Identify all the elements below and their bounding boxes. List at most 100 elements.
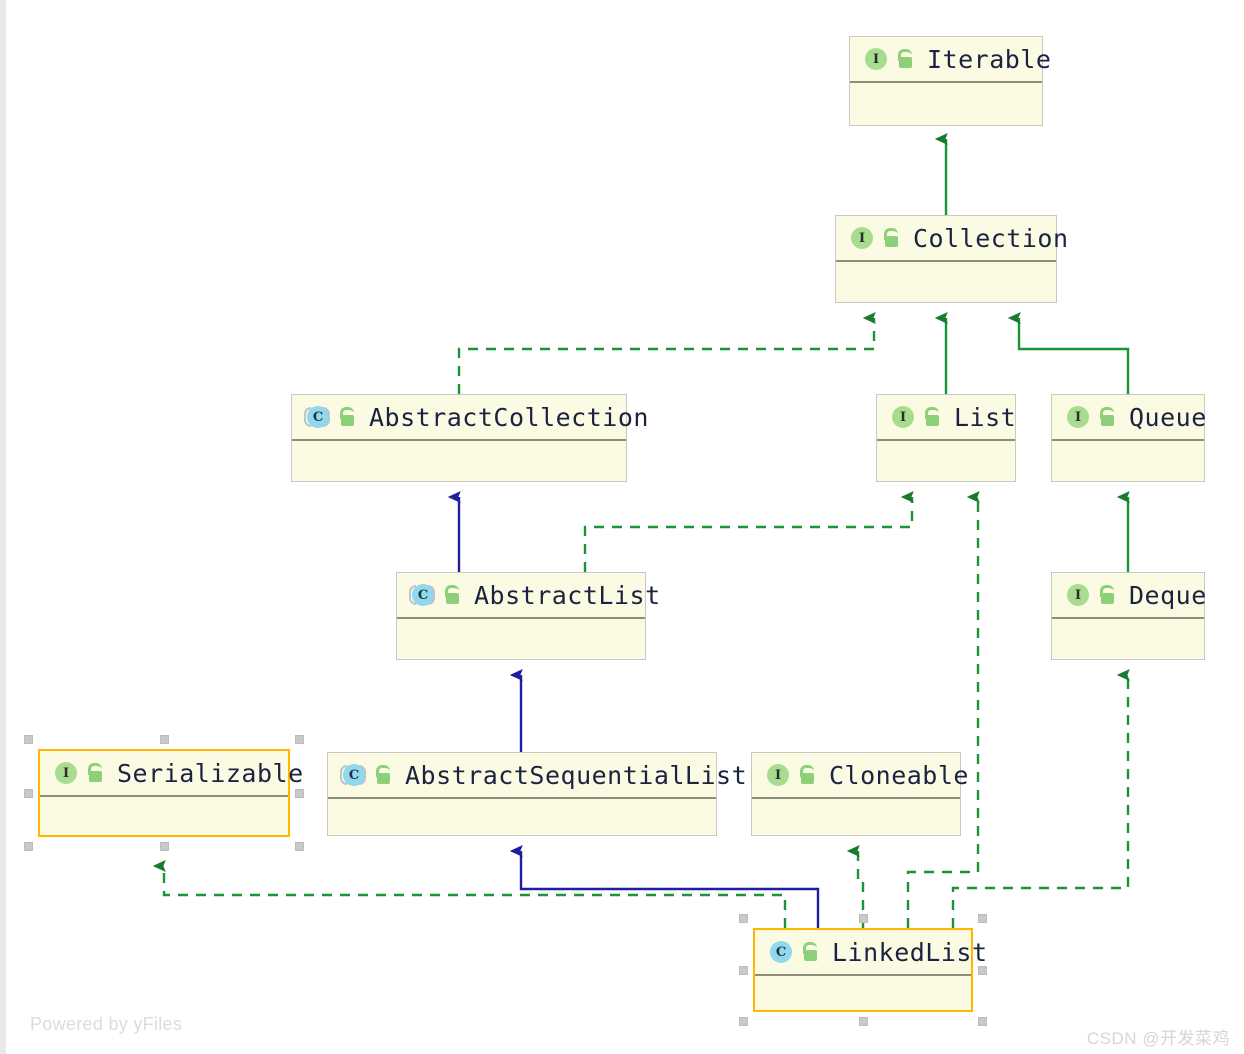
padlock-body	[1101, 415, 1114, 426]
selection-handle[interactable]	[859, 1017, 868, 1026]
class-node-list[interactable]: I List	[876, 394, 1016, 482]
unlocked-padlock-icon	[922, 407, 940, 427]
node-label: AbstractSequentialList	[405, 760, 748, 790]
class-node-abstractcollection[interactable]: C AbstractCollection	[291, 394, 648, 482]
node-attributes-compartment	[397, 619, 645, 705]
node-header: C AbstractSequentialList	[328, 753, 747, 799]
selection-handle[interactable]	[295, 789, 304, 798]
stereotype-letter: C	[343, 764, 365, 786]
node-attributes-compartment	[292, 441, 626, 527]
class-node-abstractsequentiallist[interactable]: C AbstractSequentialList	[327, 752, 747, 836]
padlock-body	[804, 950, 817, 961]
padlock-body	[89, 771, 102, 782]
interface-icon: I	[848, 225, 874, 251]
yfiles-watermark: Powered by yFiles	[30, 1014, 183, 1034]
padlock-body	[377, 773, 390, 784]
selection-handle[interactable]	[739, 914, 748, 923]
node-header: I Collection	[836, 216, 1068, 262]
class-node-collection[interactable]: I Collection	[835, 215, 1068, 303]
selection-handle[interactable]	[978, 914, 987, 923]
stereotype-letter: C	[770, 941, 792, 963]
stereotype-letter: C	[307, 406, 329, 428]
node-label: AbstractCollection	[369, 402, 649, 432]
node-label: Iterable	[927, 44, 1052, 74]
node-attributes-compartment	[328, 799, 716, 881]
interface-icon: I	[889, 404, 915, 430]
node-attributes-compartment	[752, 799, 960, 881]
padlock-body	[341, 415, 354, 426]
node-header: I List	[877, 395, 1017, 441]
node-attributes-compartment	[877, 441, 1015, 527]
interface-icon: I	[862, 46, 888, 72]
interface-icon: I	[52, 760, 78, 786]
interface-icon: I	[1064, 582, 1090, 608]
node-label: Serializable	[117, 758, 304, 788]
node-label: Collection	[913, 223, 1069, 253]
selection-handle[interactable]	[160, 735, 169, 744]
node-label: List	[954, 402, 1017, 432]
node-label: AbstractList	[474, 580, 661, 610]
selection-handle[interactable]	[24, 842, 33, 851]
padlock-body	[885, 236, 898, 247]
edge-linkedlist-to-deque[interactable]	[951, 669, 1130, 928]
selection-handle[interactable]	[295, 842, 304, 851]
node-label: LinkedList	[832, 937, 988, 967]
class-node-cloneable[interactable]: I Cloneable	[751, 752, 968, 836]
stereotype-letter: I	[1067, 406, 1089, 428]
unlocked-padlock-icon	[1097, 407, 1115, 427]
stereotype-letter: I	[1067, 584, 1089, 606]
class-node-linkedlist[interactable]: C LinkedList	[753, 928, 987, 1012]
unlocked-padlock-icon	[895, 49, 913, 69]
selection-handle[interactable]	[739, 1017, 748, 1026]
node-header: I Iterable	[850, 37, 1051, 83]
selection-handle[interactable]	[978, 1017, 987, 1026]
edge-layer	[152, 133, 1130, 928]
class-node-iterable[interactable]: I Iterable	[849, 36, 1051, 126]
node-attributes-compartment	[40, 797, 288, 881]
unlocked-padlock-icon	[1097, 585, 1115, 605]
node-label: Deque	[1129, 580, 1207, 610]
node-attributes-compartment	[755, 976, 971, 1054]
csdn-watermark: CSDN @开发菜鸡	[1086, 1029, 1230, 1048]
padlock-body	[1101, 593, 1114, 604]
padlock-body	[446, 593, 459, 604]
node-attributes-compartment	[1052, 619, 1204, 705]
class-node-queue[interactable]: I Queue	[1051, 394, 1206, 482]
padlock-body	[801, 773, 814, 784]
unlocked-padlock-icon	[797, 765, 815, 785]
selection-handle[interactable]	[160, 842, 169, 851]
unlocked-padlock-icon	[881, 228, 899, 248]
stereotype-letter: I	[851, 227, 873, 249]
unlocked-padlock-icon	[442, 585, 460, 605]
class-node-deque[interactable]: I Deque	[1051, 572, 1207, 660]
abstract-class-icon: C	[409, 582, 435, 608]
selection-handle[interactable]	[295, 735, 304, 744]
diagram-canvas[interactable]: I Iterable I Collection C AbstractCollection I…	[0, 0, 1244, 1054]
unlocked-padlock-icon	[800, 942, 818, 962]
padlock-body	[899, 57, 912, 68]
selection-handle[interactable]	[24, 789, 33, 798]
node-header: I Serializable	[40, 751, 303, 797]
stereotype-letter: I	[865, 48, 887, 70]
abstract-class-icon: C	[340, 762, 366, 788]
node-header: I Queue	[1052, 395, 1206, 441]
class-node-serializable[interactable]: I Serializable	[38, 749, 303, 837]
padlock-body	[926, 415, 939, 426]
selection-handle[interactable]	[739, 966, 748, 975]
node-attributes-compartment	[1052, 441, 1204, 527]
unlocked-padlock-icon	[85, 763, 103, 783]
node-header: C AbstractList	[397, 573, 660, 619]
node-header: I Cloneable	[752, 753, 968, 799]
edge-abstractlist-to-list[interactable]	[583, 491, 914, 572]
class-node-abstractlist[interactable]: C AbstractList	[396, 572, 660, 660]
selection-handle[interactable]	[859, 914, 868, 923]
unlocked-padlock-icon	[373, 765, 391, 785]
stereotype-letter: I	[767, 764, 789, 786]
node-attributes-compartment	[850, 83, 1042, 171]
stereotype-letter: C	[412, 584, 434, 606]
edge-abstractcollection-to-collection[interactable]	[457, 312, 876, 394]
selection-handle[interactable]	[978, 966, 987, 975]
stereotype-letter: I	[892, 406, 914, 428]
selection-handle[interactable]	[24, 735, 33, 744]
node-header: C AbstractCollection	[292, 395, 648, 441]
